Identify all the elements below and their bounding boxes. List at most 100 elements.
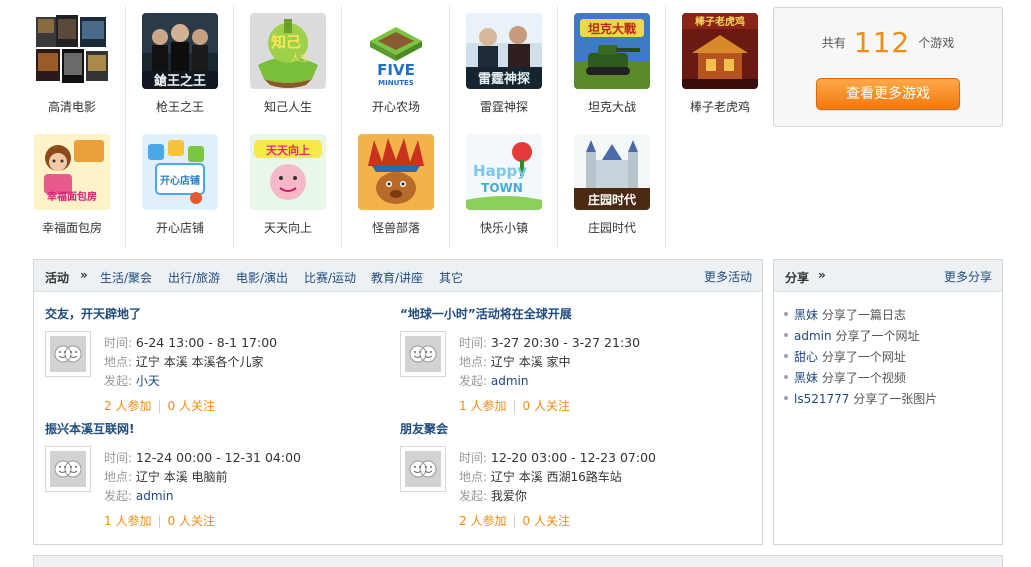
game-label[interactable]: 怪兽部落 <box>342 219 450 236</box>
event-card: 振兴本溪互联网! 时间: 12-24 00:00 - 12-31 04:00 地… <box>45 420 385 535</box>
gun-king-icon[interactable]: 鎗王之王 <box>142 13 218 89</box>
joined-count[interactable]: 2 人参加 <box>459 514 506 528</box>
bakery-icon[interactable]: 幸福面包房 <box>34 134 110 210</box>
follow-count[interactable]: 0 人关注 <box>168 514 215 528</box>
zhiji-life-icon[interactable]: 知己 人生 <box>250 13 326 89</box>
category-link[interactable]: 比赛/运动 <box>304 269 356 286</box>
game-tile[interactable]: 幸福面包房 幸福面包房 <box>18 127 126 245</box>
share-action[interactable]: 分享了一篇日志 <box>822 308 906 322</box>
category-link[interactable]: 电影/演出 <box>236 269 288 286</box>
event-title[interactable]: “地球一小时”活动将在全球开展 <box>400 305 572 322</box>
time-label: 时间: <box>459 451 488 465</box>
game-tile[interactable]: Happy TOWN 快乐小镇 <box>450 127 558 245</box>
follow-count[interactable]: 0 人关注 <box>523 399 570 413</box>
avatar[interactable] <box>400 446 446 492</box>
event-stats: 1 人参加 | 0 人关注 <box>104 514 215 528</box>
game-label[interactable]: 开心农场 <box>342 98 450 115</box>
event-stats: 2 人参加 | 0 人关注 <box>104 399 215 413</box>
share-user[interactable]: ls521777 <box>794 392 849 406</box>
share-user[interactable]: 甜心 <box>794 350 818 364</box>
game-tile[interactable]: 怪兽部落 <box>342 127 450 245</box>
category-link[interactable]: 教育/讲座 <box>371 269 423 286</box>
game-tile[interactable]: 知己 人生 知己人生 <box>234 6 342 124</box>
game-tile[interactable]: 鎗王之王 枪王之王 <box>126 6 234 124</box>
game-label[interactable]: 枪王之王 <box>126 98 234 115</box>
game-tile[interactable]: 高清电影 <box>18 6 126 124</box>
game-tile[interactable]: 棒子老虎鸡 棒子老虎鸡 <box>666 6 774 124</box>
event-time-row: 时间: 3-27 20:30 - 3-27 21:30 <box>459 334 640 351</box>
game-tile[interactable]: 雷霆神探 雷霆神探 <box>450 6 558 124</box>
event-title[interactable]: 交友，开天辟地了 <box>45 305 141 322</box>
event-initiator[interactable]: admin <box>136 489 174 503</box>
game-label[interactable]: 快乐小镇 <box>450 219 558 236</box>
happy-town-icon[interactable]: Happy TOWN <box>466 134 542 210</box>
game-label[interactable]: 坦克大战 <box>558 98 666 115</box>
share-action[interactable]: 分享了一张图片 <box>853 392 937 406</box>
game-label[interactable]: 庄园时代 <box>558 219 666 236</box>
monster-tribe-icon[interactable] <box>358 134 434 210</box>
game-label[interactable]: 天天向上 <box>234 219 342 236</box>
activities-header: 活动 » 生活/聚会 出行/旅游 电影/演出 比赛/运动 教育/讲座 其它 更多… <box>34 260 762 292</box>
follow-count[interactable]: 0 人关注 <box>168 399 215 413</box>
event-initiator[interactable]: 我爱你 <box>491 489 527 503</box>
more-share-link[interactable]: 更多分享 <box>944 268 992 285</box>
stick-tiger-chicken-icon[interactable]: 棒子老虎鸡 <box>682 13 758 89</box>
follow-count[interactable]: 0 人关注 <box>523 514 570 528</box>
happy-shop-icon[interactable]: 开心店铺 <box>142 134 218 210</box>
game-art-text: FIVE <box>377 61 415 79</box>
share-user[interactable]: admin <box>794 329 832 343</box>
event-initiator[interactable]: admin <box>491 374 529 388</box>
joined-count[interactable]: 1 人参加 <box>459 399 506 413</box>
more-activities-link[interactable]: 更多活动 <box>704 268 752 285</box>
movie-collage-icon[interactable] <box>34 13 110 89</box>
share-action[interactable]: 分享了一个网址 <box>822 350 906 364</box>
share-action[interactable]: 分享了一个网址 <box>835 329 919 343</box>
game-tile[interactable]: 庄园时代 庄园时代 <box>558 127 666 245</box>
event-time: 12-20 03:00 - 12-23 07:00 <box>490 450 656 465</box>
list-item: 甜心 分享了一个网址 <box>784 348 994 369</box>
joined-count[interactable]: 1 人参加 <box>104 514 151 528</box>
game-label[interactable]: 高清电影 <box>18 98 126 115</box>
game-art-text: 庄园时代 <box>588 192 636 207</box>
tank-battle-icon[interactable]: 坦克大戰 <box>574 13 650 89</box>
game-art-text: 鎗王之王 <box>154 73 206 89</box>
avatar[interactable] <box>45 331 91 377</box>
activities-title[interactable]: 活动 <box>45 269 69 286</box>
share-user[interactable]: 黑妹 <box>794 308 818 322</box>
category-link[interactable]: 其它 <box>439 269 463 286</box>
avatar[interactable] <box>45 446 91 492</box>
more-games-button[interactable]: 查看更多游戏 <box>816 78 960 110</box>
tiantian-icon[interactable]: 天天向上 <box>250 134 326 210</box>
game-label[interactable]: 开心店铺 <box>126 219 234 236</box>
manor-era-icon[interactable]: 庄园时代 <box>574 134 650 210</box>
game-label[interactable]: 雷霆神探 <box>450 98 558 115</box>
game-label[interactable]: 幸福面包房 <box>18 219 126 236</box>
game-art-text: 开心店铺 <box>160 174 200 187</box>
share-user[interactable]: 黑妹 <box>794 371 818 385</box>
event-time: 6-24 13:00 - 8-1 17:00 <box>135 335 278 350</box>
share-action[interactable]: 分享了一个视频 <box>822 371 906 385</box>
game-label[interactable]: 棒子老虎鸡 <box>666 98 774 115</box>
place-label: 地点: <box>104 355 133 369</box>
share-title[interactable]: 分享 <box>785 269 809 286</box>
game-tile[interactable]: FIVE MINUTES 开心农场 <box>342 6 450 124</box>
thunder-detective-icon[interactable]: 雷霆神探 <box>466 13 542 89</box>
joined-count[interactable]: 2 人参加 <box>104 399 151 413</box>
event-title[interactable]: 朋友聚会 <box>400 420 448 437</box>
game-tile[interactable]: 开心店铺 开心店铺 <box>126 127 234 245</box>
event-title[interactable]: 振兴本溪互联网! <box>45 420 134 437</box>
category-link[interactable]: 出行/旅游 <box>168 269 220 286</box>
event-time-row: 时间: 12-20 03:00 - 12-23 07:00 <box>459 449 656 466</box>
event-time: 12-24 00:00 - 12-31 04:00 <box>135 450 301 465</box>
category-link[interactable]: 生活/聚会 <box>100 269 152 286</box>
list-item: ls521777 分享了一张图片 <box>784 390 994 411</box>
game-tile[interactable]: 坦克大戰 坦克大战 <box>558 6 666 124</box>
happy-farm-icon[interactable]: FIVE MINUTES <box>358 13 434 89</box>
event-initiator[interactable]: 小天 <box>136 374 160 388</box>
place-label: 地点: <box>459 355 488 369</box>
game-label[interactable]: 知己人生 <box>234 98 342 115</box>
avatar[interactable] <box>400 331 446 377</box>
game-tile[interactable]: 天天向上 天天向上 <box>234 127 342 245</box>
game-art-text: 坦克大戰 <box>588 21 636 36</box>
event-card: 交友，开天辟地了 时间: 6-24 13:00 - 8-1 17:00 地点: … <box>45 305 385 420</box>
